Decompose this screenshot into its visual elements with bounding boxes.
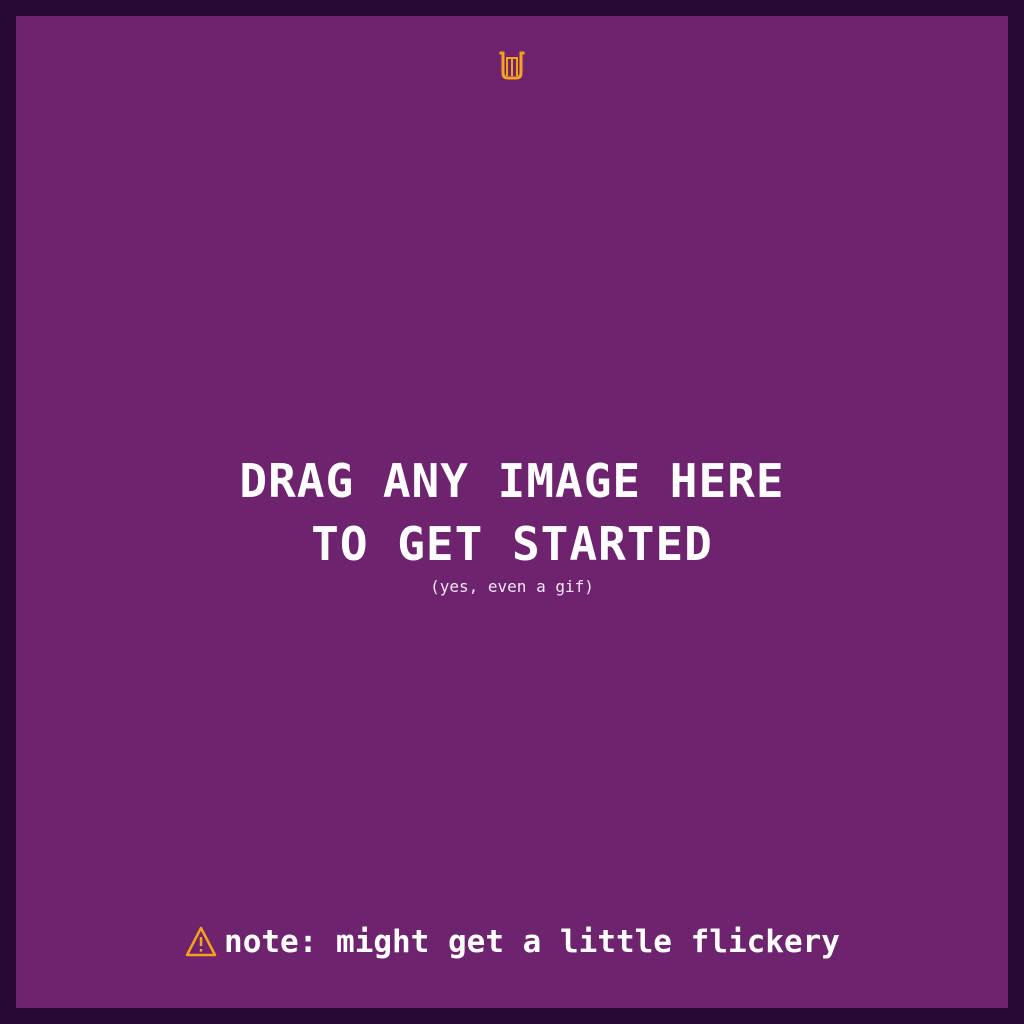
drop-headline-line2: TO GET STARTED [311,517,713,571]
image-drop-zone[interactable]: DRAG ANY IMAGE HERE TO GET STARTED (yes,… [16,16,1008,1008]
warning-note-text: note: might get a little flickery [224,924,840,960]
flicker-warning-note: note: might get a little flickery [16,922,1008,962]
app-frame: DRAG ANY IMAGE HERE TO GET STARTED (yes,… [16,16,1008,1008]
drop-headline-line1: DRAG ANY IMAGE HERE [239,454,785,508]
drop-subtext: (yes, even a gif) [430,577,594,596]
warning-triangle-icon [185,926,217,957]
